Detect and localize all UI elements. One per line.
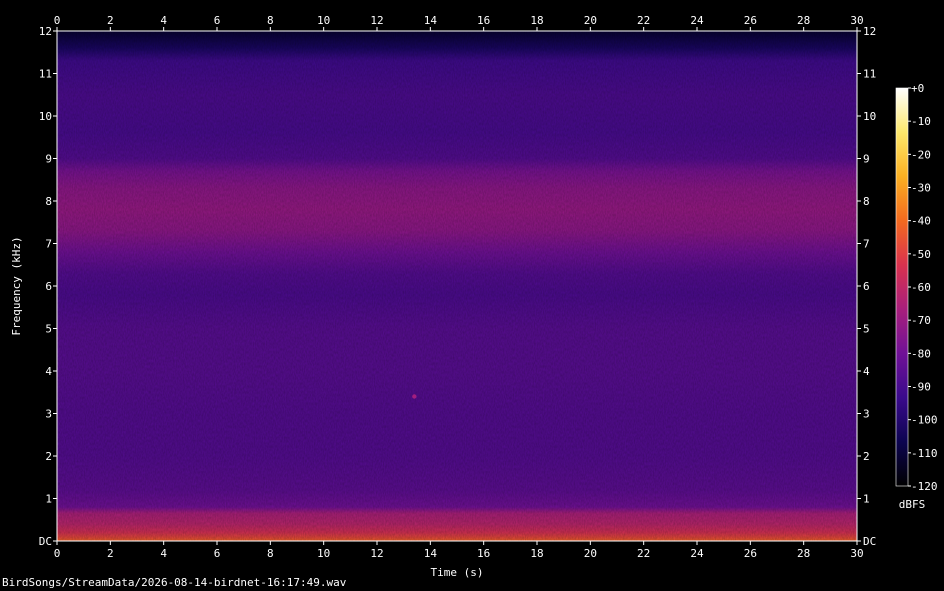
- y-tick-label-right: 12: [863, 25, 876, 38]
- x-tick-label-top: 4: [160, 14, 167, 27]
- x-tick-label-bottom: 18: [530, 547, 543, 560]
- x-tick-label-top: 24: [690, 14, 704, 27]
- y-tick-label-left: 12: [39, 25, 52, 38]
- y-tick-label-left: 7: [45, 238, 52, 251]
- colorbar-tick-label: -80: [911, 347, 931, 360]
- x-tick-label-bottom: 22: [637, 547, 650, 560]
- colorbar-tick-label: -10: [911, 115, 931, 128]
- x-tick-label-top: 6: [214, 14, 221, 27]
- colorbar: [896, 88, 908, 486]
- x-tick-label-bottom: 4: [160, 547, 167, 560]
- x-tick-label-bottom: 2: [107, 547, 114, 560]
- y-tick-label-left: 8: [45, 195, 52, 208]
- x-tick-label-top: 14: [424, 14, 438, 27]
- file-path-label: BirdSongs/StreamData/2026-08-14-birdnet-…: [2, 576, 347, 589]
- y-tick-label-left: 11: [39, 68, 52, 81]
- y-tick-label-right: 1: [863, 493, 870, 506]
- x-tick-label-bottom: 6: [214, 547, 221, 560]
- colorbar-tick-label: -60: [911, 281, 931, 294]
- x-tick-label-top: 30: [850, 14, 863, 27]
- y-tick-label-left: 4: [45, 365, 52, 378]
- colorbar-tick-label: +0: [911, 82, 924, 95]
- x-axis-label: Time (s): [431, 566, 484, 579]
- x-tick-label-top: 26: [744, 14, 757, 27]
- y-tick-label-right: 4: [863, 365, 870, 378]
- y-axis-label: Frequency (kHz): [10, 236, 23, 335]
- x-tick-label-top: 28: [797, 14, 810, 27]
- colorbar-tick-label: -40: [911, 215, 931, 228]
- x-tick-label-bottom: 14: [424, 547, 438, 560]
- colorbar-tick-label: -20: [911, 148, 931, 161]
- x-tick-label-top: 18: [530, 14, 543, 27]
- y-tick-label-right: 9: [863, 153, 870, 166]
- y-tick-label-right: 2: [863, 450, 870, 463]
- x-tick-label-bottom: 30: [850, 547, 863, 560]
- x-tick-label-top: 8: [267, 14, 274, 27]
- colorbar-tick-label: -110: [911, 447, 938, 460]
- x-tick-label-bottom: 10: [317, 547, 330, 560]
- x-tick-label-bottom: 16: [477, 547, 490, 560]
- y-tick-label-right: 8: [863, 195, 870, 208]
- x-tick-label-bottom: 26: [744, 547, 757, 560]
- y-tick-label-right: 5: [863, 323, 870, 336]
- spectrogram-chart: 0022446688101012121414161618182020222224…: [10, 14, 938, 579]
- x-tick-label-bottom: 8: [267, 547, 274, 560]
- y-tick-label-left: 9: [45, 153, 52, 166]
- colorbar-tick-label: -50: [911, 248, 931, 261]
- x-tick-label-top: 0: [54, 14, 61, 27]
- colorbar-tick-label: -90: [911, 381, 931, 394]
- colorbar-tick-label: -30: [911, 182, 931, 195]
- y-tick-label-left: DC: [39, 535, 52, 548]
- y-tick-label-right: DC: [863, 535, 876, 548]
- x-tick-label-top: 2: [107, 14, 114, 27]
- x-tick-label-bottom: 20: [584, 547, 597, 560]
- x-tick-label-top: 22: [637, 14, 650, 27]
- y-tick-label-right: 3: [863, 408, 870, 421]
- x-tick-label-top: 12: [370, 14, 383, 27]
- colorbar-tick-label: -70: [911, 314, 931, 327]
- y-tick-label-right: 10: [863, 110, 876, 123]
- y-tick-label-right: 11: [863, 68, 876, 81]
- y-tick-label-left: 2: [45, 450, 52, 463]
- x-tick-label-bottom: 12: [370, 547, 383, 560]
- x-tick-label-top: 20: [584, 14, 597, 27]
- x-tick-label-bottom: 0: [54, 547, 61, 560]
- spectrogram-point-mark: [412, 394, 417, 399]
- y-tick-label-left: 10: [39, 110, 52, 123]
- y-tick-label-right: 6: [863, 280, 870, 293]
- x-tick-label-top: 10: [317, 14, 330, 27]
- y-tick-label-left: 5: [45, 323, 52, 336]
- y-tick-label-left: 3: [45, 408, 52, 421]
- x-tick-label-bottom: 28: [797, 547, 810, 560]
- colorbar-tick-label: -100: [911, 414, 938, 427]
- spectrogram-noise-texture: [57, 31, 857, 541]
- y-tick-label-left: 6: [45, 280, 52, 293]
- colorbar-tick-label: -120: [911, 480, 938, 493]
- y-tick-label-right: 7: [863, 238, 870, 251]
- y-tick-label-left: 1: [45, 493, 52, 506]
- colorbar-label: dBFS: [899, 498, 926, 511]
- x-tick-label-top: 16: [477, 14, 490, 27]
- x-tick-label-bottom: 24: [690, 547, 704, 560]
